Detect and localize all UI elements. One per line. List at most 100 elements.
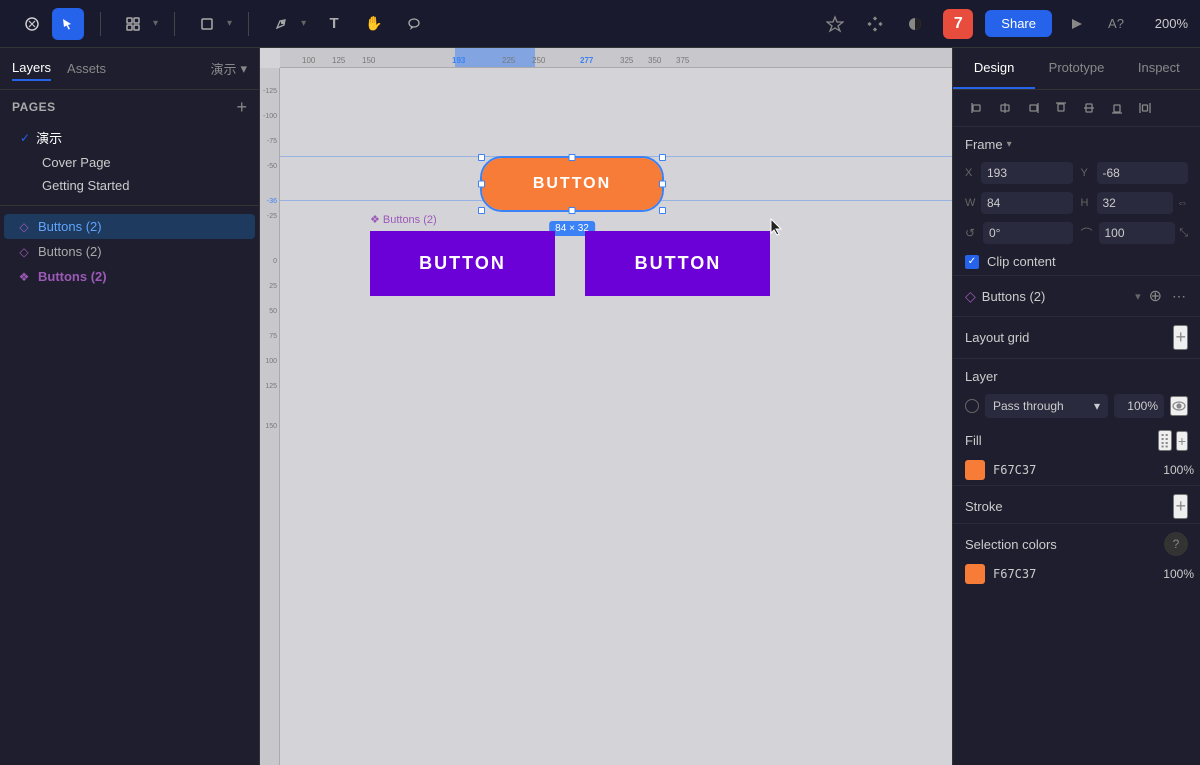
ruler-mark-350: 350 (648, 57, 661, 65)
handle-mr[interactable] (659, 181, 666, 188)
handle-ml[interactable] (478, 181, 485, 188)
align-left[interactable] (965, 96, 989, 120)
page-label-getting-started: Getting Started (42, 178, 129, 193)
tab-inspect[interactable]: Inspect (1118, 48, 1200, 89)
layer-item-buttons-1[interactable]: ◇ Buttons (2) (4, 214, 255, 239)
sel-color-swatch[interactable] (965, 564, 985, 584)
fill-add-btn[interactable]: + (1176, 431, 1188, 451)
tab-design[interactable]: Design (953, 48, 1035, 89)
component-more-btn[interactable]: ⋯ (1170, 286, 1188, 307)
layer-mode-btn[interactable]: Pass through ▾ (985, 394, 1108, 418)
play-button[interactable] (1060, 8, 1092, 40)
wh-row: W H ⇔ (953, 188, 1200, 218)
tool-hand[interactable]: ✋ (358, 8, 390, 40)
handle-tr[interactable] (659, 154, 666, 161)
fill-reorder-btn[interactable]: ⣿ (1158, 430, 1172, 451)
handle-bm[interactable] (569, 207, 576, 214)
pages-title: Pages (12, 100, 56, 114)
frame-label-text: Buttons (2) (383, 214, 437, 226)
main-toolbar: ▾ ▾ ▾ T ✋ (0, 0, 1200, 48)
frame-title-text: Frame (965, 137, 1003, 152)
tool-group-shapes: ▾ (187, 8, 236, 40)
present-button[interactable]: 演示 ▾ (210, 59, 247, 78)
frame-chevron: ▾ (153, 18, 158, 29)
h-resize-btn[interactable]: ⇔ (1177, 197, 1188, 209)
page-item-getting-started[interactable]: Getting Started (12, 174, 247, 197)
component-target-btn[interactable]: ⊕ (1147, 284, 1164, 308)
corner-input[interactable] (1099, 222, 1176, 244)
h-input[interactable] (1097, 192, 1174, 214)
main-area: Layers Assets 演示 ▾ Pages + ✓ 演示 Cover Pa… (0, 48, 1200, 765)
fill-color-swatch[interactable] (965, 460, 985, 480)
tool-component[interactable] (859, 8, 891, 40)
page-item-cover[interactable]: Cover Page (12, 151, 247, 174)
ruler-mark-neg100: -100 (263, 113, 277, 120)
tool-frame[interactable] (117, 8, 149, 40)
handle-tl[interactable] (478, 154, 485, 161)
stroke-title: Stroke (965, 499, 1003, 514)
share-button[interactable]: Share (985, 10, 1052, 37)
layer-item-buttons-2[interactable]: ◇ Buttons (2) (4, 239, 255, 264)
sel-color-opacity-input[interactable] (1154, 567, 1194, 581)
style-button[interactable]: A? (1100, 8, 1132, 40)
x-input[interactable] (981, 162, 1073, 184)
page-item-yanshi[interactable]: ✓ 演示 (12, 124, 247, 151)
tool-shape[interactable] (191, 8, 223, 40)
frame-label-container: ❖ Buttons (2) (370, 213, 437, 226)
ruler-mark-125: 125 (265, 383, 277, 390)
tool-comment[interactable] (398, 8, 430, 40)
y-input-group: Y (1081, 162, 1189, 184)
ruler-mark-neg50: -50 (267, 163, 277, 170)
sel-color-hex-input[interactable] (993, 567, 1146, 581)
frame-section-header: Frame ▾ (953, 127, 1200, 158)
align-right[interactable] (1021, 96, 1045, 120)
rotation-input[interactable] (983, 222, 1073, 244)
handle-bl[interactable] (478, 207, 485, 214)
align-top[interactable] (1049, 96, 1073, 120)
fill-hex-input[interactable] (993, 463, 1146, 477)
tool-select[interactable] (16, 8, 48, 40)
alignment-row (953, 90, 1200, 127)
align-bottom[interactable] (1105, 96, 1129, 120)
stroke-add-btn[interactable]: + (1173, 494, 1188, 519)
zoom-label: 200% (1140, 16, 1188, 31)
ruler-mark-375: 375 (676, 57, 689, 65)
left-panel: Layers Assets 演示 ▾ Pages + ✓ 演示 Cover Pa… (0, 48, 260, 765)
w-input[interactable] (981, 192, 1073, 214)
tool-move[interactable] (52, 8, 84, 40)
tool-pen[interactable] (265, 8, 297, 40)
canvas-area[interactable]: 100 125 150 193 225 250 277 325 350 375 … (260, 48, 952, 765)
handle-tm[interactable] (569, 154, 576, 161)
fill-opacity-input[interactable] (1154, 463, 1194, 477)
fill-row: − (953, 455, 1200, 485)
layer-opacity-input[interactable] (1114, 394, 1164, 418)
orange-button-selection: BUTTON (480, 156, 664, 212)
present-chevron: ▾ (240, 61, 247, 77)
tool-text[interactable]: T (318, 8, 350, 40)
layers-section: ◇ Buttons (2) ◇ Buttons (2) ❖ Buttons (2… (0, 206, 259, 765)
add-layout-grid-btn[interactable]: + (1173, 325, 1188, 350)
align-center-h[interactable] (993, 96, 1017, 120)
tab-prototype[interactable]: Prototype (1035, 48, 1117, 89)
purple-button-2[interactable]: BUTTON (585, 231, 770, 296)
tool-contrast[interactable] (899, 8, 931, 40)
help-button[interactable]: ? (1164, 532, 1188, 556)
purple-button-1[interactable]: BUTTON (370, 231, 555, 296)
tool-plugin[interactable] (819, 8, 851, 40)
add-page-button[interactable]: + (236, 98, 247, 116)
y-input[interactable] (1097, 162, 1189, 184)
selection-color-row (953, 560, 1200, 588)
align-center-v[interactable] (1077, 96, 1101, 120)
orange-button[interactable]: BUTTON (482, 158, 662, 210)
corner-expand-btn[interactable]: ⤡ (1179, 227, 1188, 240)
handle-br[interactable] (659, 207, 666, 214)
layer-visibility-btn[interactable] (1170, 396, 1188, 416)
layer-label-1: Buttons (2) (38, 219, 102, 234)
distribute-h[interactable] (1133, 96, 1157, 120)
fill-section: Fill ⣿ + − (953, 422, 1200, 485)
layer-item-buttons-3[interactable]: ❖ Buttons (2) (4, 264, 255, 289)
component-chevron: ▾ (1135, 290, 1141, 303)
clip-checkbox[interactable]: ✓ (965, 255, 979, 269)
tab-layers[interactable]: Layers (12, 56, 51, 81)
tab-assets[interactable]: Assets (67, 57, 106, 80)
